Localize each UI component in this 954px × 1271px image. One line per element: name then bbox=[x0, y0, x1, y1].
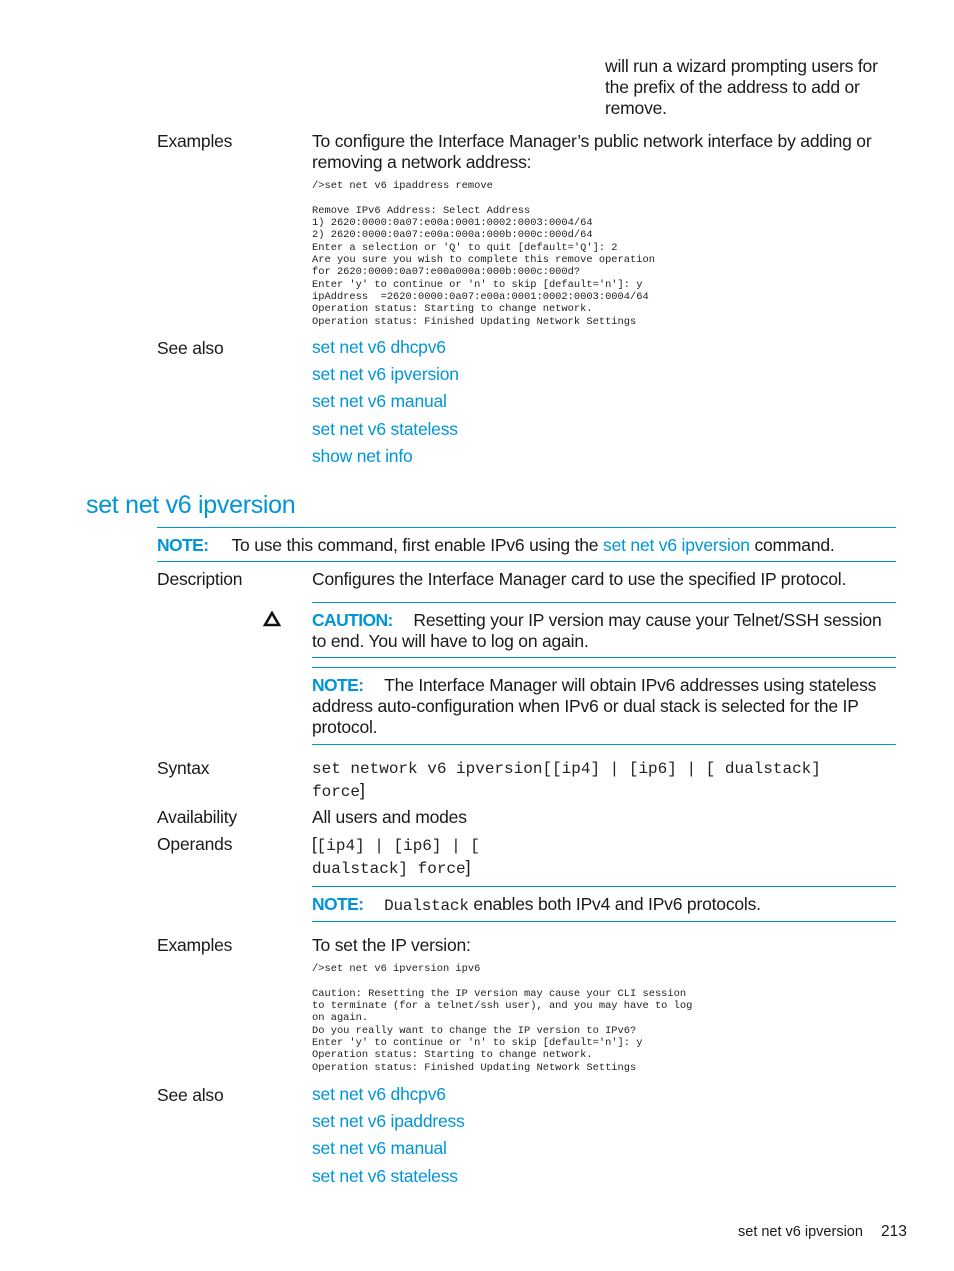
continuation-paragraph: will run a wizard prompting users for th… bbox=[605, 56, 878, 118]
operands-code-line2: dualstack] force bbox=[312, 860, 466, 878]
section-heading: set net v6 ipversion bbox=[86, 491, 296, 519]
see-also-link-dhcpv6[interactable]: set net v6 dhcpv6 bbox=[312, 334, 459, 361]
note-code: Dualstack bbox=[384, 897, 469, 915]
see-also-link-manual[interactable]: set net v6 manual bbox=[312, 1135, 465, 1162]
see-also-label: See also bbox=[157, 1085, 224, 1105]
footer-section-title: set net v6 ipversion bbox=[738, 1224, 863, 1240]
see-also-link-dhcpv6[interactable]: set net v6 dhcpv6 bbox=[312, 1081, 465, 1108]
divider bbox=[157, 527, 896, 528]
see-also-list: set net v6 dhcpv6 set net v6 ipversion s… bbox=[312, 334, 459, 470]
syntax-label: Syntax bbox=[157, 758, 210, 778]
see-also-label: See also bbox=[157, 338, 224, 358]
note-label: NOTE: bbox=[157, 535, 209, 555]
see-also-link-show-net-info[interactable]: show net info bbox=[312, 443, 459, 470]
caution-triangle-icon bbox=[262, 610, 282, 632]
availability-label: Availability bbox=[157, 807, 237, 827]
description-note: NOTE: The Interface Manager will obtain … bbox=[312, 675, 897, 738]
divider bbox=[312, 921, 896, 922]
top-note: NOTE: To use this command, first enable … bbox=[157, 535, 897, 556]
examples-label: Examples bbox=[157, 935, 233, 955]
see-also-link-manual[interactable]: set net v6 manual bbox=[312, 388, 459, 415]
note-text: The Interface Manager will obtain IPv6 a… bbox=[312, 675, 877, 737]
see-also-link-stateless[interactable]: set net v6 stateless bbox=[312, 416, 459, 443]
examples-intro: To set the IP version: bbox=[312, 935, 471, 955]
description-text: Configures the Interface Manager card to… bbox=[312, 569, 847, 589]
examples-code-block: />set net v6 ipaddress remove Remove IPv… bbox=[312, 180, 655, 328]
see-also-link-stateless[interactable]: set net v6 stateless bbox=[312, 1163, 465, 1190]
see-also-link-ipaddress[interactable]: set net v6 ipaddress bbox=[312, 1108, 465, 1135]
see-also-link-ipversion[interactable]: set net v6 ipversion bbox=[312, 361, 459, 388]
caution-block: CAUTION: Resetting your IP version may c… bbox=[312, 610, 897, 652]
note-text: enables both IPv4 and IPv6 protocols. bbox=[473, 894, 761, 914]
availability-value: All users and modes bbox=[312, 807, 467, 827]
note-label: NOTE: bbox=[312, 675, 364, 695]
page-footer: set net v6 ipversion 213 bbox=[738, 1223, 907, 1241]
divider bbox=[312, 744, 896, 745]
caution-label: CAUTION: bbox=[312, 610, 393, 630]
syntax-options: [[ip4] | [ip6] | [ dualstack] bbox=[542, 760, 821, 778]
description-label: Description bbox=[157, 569, 243, 589]
note-label: NOTE: bbox=[312, 894, 364, 914]
syntax-bracket: ] bbox=[360, 780, 365, 800]
page-number: 213 bbox=[881, 1223, 907, 1240]
caution-text: Resetting your IP version may cause your… bbox=[312, 610, 882, 651]
syntax-value: set network v6 ipversion[[ip4] | [ip6] |… bbox=[312, 758, 902, 803]
operands-code-line1: [ip4] | [ip6] | [ bbox=[316, 837, 480, 855]
examples-code-block: />set net v6 ipversion ipv6 Caution: Res… bbox=[312, 963, 693, 1074]
see-also-list: set net v6 dhcpv6 set net v6 ipaddress s… bbox=[312, 1081, 465, 1190]
operands-note: NOTE: Dualstack enables both IPv4 and IP… bbox=[312, 894, 897, 917]
examples-intro: To configure the Interface Manager’s pub… bbox=[312, 131, 872, 172]
examples-label: Examples bbox=[157, 131, 233, 151]
syntax-force: force bbox=[312, 783, 361, 801]
note-text: To use this command, first enable IPv6 u… bbox=[231, 535, 599, 555]
divider bbox=[312, 667, 896, 668]
divider bbox=[312, 657, 896, 658]
note-link-ipversion[interactable]: set net v6 ipversion bbox=[603, 535, 750, 555]
divider bbox=[312, 886, 896, 887]
divider bbox=[312, 602, 896, 603]
operands-value: [[ip4] | [ip6] | [ dualstack] force] bbox=[312, 834, 480, 880]
syntax-command: set network v6 ipversion bbox=[312, 760, 543, 778]
operands-label: Operands bbox=[157, 834, 233, 854]
note-text-after: command. bbox=[754, 535, 835, 555]
operands-bracket-close: ] bbox=[465, 857, 471, 877]
divider bbox=[157, 561, 896, 562]
